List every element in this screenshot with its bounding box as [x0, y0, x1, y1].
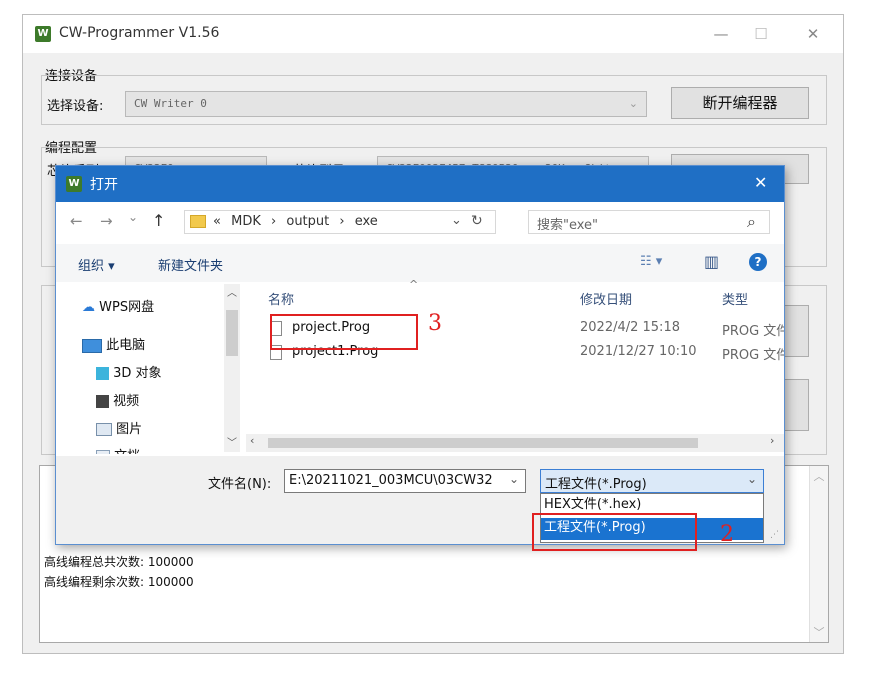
filename-label: 文件名(N):: [208, 477, 272, 492]
chevron-down-icon[interactable]: ⌄: [451, 213, 462, 228]
device-select-value: CW Writer 0: [134, 97, 207, 110]
log-line: 高线编程剩余次数: 100000: [44, 575, 194, 589]
cube-icon: [96, 367, 109, 380]
maximize-button[interactable]: ☐: [741, 21, 781, 47]
scroll-up-icon[interactable]: ︿: [810, 468, 828, 484]
annotation-file-highlight: [270, 314, 418, 350]
file-date: 2021/12/27 10:10: [580, 344, 697, 359]
nav-item-label: 此电脑: [106, 338, 146, 353]
breadcrumb-overflow[interactable]: «: [213, 214, 221, 229]
scroll-left-icon[interactable]: ‹: [250, 434, 254, 447]
nav-item-pictures[interactable]: 图片: [96, 418, 142, 437]
annotation-filetype-highlight: [532, 513, 697, 551]
view-options-button[interactable]: ☷ ▾: [640, 254, 662, 269]
open-file-dialog: W 打开 ✕ ← → ⌄ ↑ « MDK › output › exe ⌄ ↻ …: [55, 165, 785, 545]
dialog-title: 打开: [90, 177, 118, 193]
title-bar: W CW-Programmer V1.56 — ☐ ✕: [23, 15, 843, 53]
close-button[interactable]: ✕: [793, 21, 833, 47]
nav-item-this-pc[interactable]: 此电脑: [82, 334, 145, 353]
scrollbar-thumb[interactable]: [226, 310, 238, 356]
folder-icon: [190, 215, 206, 228]
scroll-up-icon[interactable]: ︿: [224, 284, 240, 299]
organize-button[interactable]: 组织 ▾: [78, 255, 115, 274]
column-header-date[interactable]: 修改日期: [580, 289, 632, 308]
search-icon[interactable]: ⌕: [747, 212, 756, 232]
up-button[interactable]: ↑: [152, 211, 165, 230]
filetype-selected: 工程文件(*.Prog): [545, 477, 647, 492]
annotation-step-2: 2: [720, 522, 734, 547]
filename-input[interactable]: E:\20211021_003MCU\03CW32 ⌄: [284, 469, 526, 493]
resize-grip-icon[interactable]: ⋰: [770, 530, 779, 540]
breadcrumb-item[interactable]: output: [286, 214, 329, 229]
picture-icon: [96, 423, 112, 436]
dialog-close-button[interactable]: ✕: [754, 173, 767, 192]
file-type: PROG 文件: [722, 324, 784, 339]
new-folder-button[interactable]: 新建文件夹: [158, 255, 223, 274]
nav-item-3d-objects[interactable]: 3D 对象: [96, 362, 162, 381]
preview-pane-button[interactable]: ▥: [704, 252, 719, 271]
dialog-title-bar: W 打开 ✕: [56, 166, 784, 202]
window-title: CW-Programmer V1.56: [59, 25, 220, 41]
refresh-button[interactable]: ↻: [471, 213, 483, 229]
nav-scrollbar[interactable]: ︿ ﹀: [224, 284, 240, 452]
cloud-icon: ☁: [82, 300, 95, 315]
breadcrumb-separator: ›: [339, 214, 345, 229]
recent-locations-button[interactable]: ⌄: [128, 210, 138, 224]
breadcrumb-separator: ›: [271, 214, 277, 229]
nav-item-label: 文档: [114, 449, 140, 454]
column-header-type[interactable]: 类型: [722, 289, 748, 308]
chevron-down-icon: ⌄: [628, 97, 638, 110]
computer-icon: [82, 338, 102, 353]
nav-item-documents[interactable]: 文档: [96, 445, 140, 454]
annotation-step-3: 3: [428, 311, 442, 336]
scroll-down-icon[interactable]: ﹀: [224, 434, 240, 449]
app-logo-icon: W: [66, 176, 82, 192]
select-device-label: 选择设备:: [47, 99, 104, 114]
breadcrumb: « MDK › output › exe: [213, 214, 378, 229]
breadcrumb-item[interactable]: exe: [355, 214, 378, 229]
log-scrollbar[interactable]: ︿ ﹀: [809, 466, 828, 642]
filetype-select[interactable]: 工程文件(*.Prog) ⌄: [540, 469, 764, 493]
scroll-down-icon[interactable]: ﹀: [810, 624, 828, 640]
breadcrumb-item[interactable]: MDK: [231, 214, 261, 229]
document-icon: [96, 449, 110, 454]
sort-indicator-icon: ^: [409, 278, 419, 291]
search-placeholder: 搜索"exe": [537, 218, 599, 233]
navigation-pane: ☁ WPS网盘 此电脑 3D 对象 视频 图片 文档 ︿ ﹀: [56, 284, 242, 454]
app-logo-icon: W: [35, 26, 51, 42]
nav-item-wps[interactable]: ☁ WPS网盘: [82, 296, 154, 315]
nav-item-label: WPS网盘: [99, 300, 155, 315]
nav-item-videos[interactable]: 视频: [96, 390, 139, 409]
device-select[interactable]: CW Writer 0 ⌄: [125, 91, 647, 117]
address-bar[interactable]: « MDK › output › exe ⌄ ↻: [184, 210, 496, 234]
filename-value: E:\20211021_003MCU\03CW32: [289, 473, 493, 488]
chevron-down-icon[interactable]: ⌄: [509, 472, 519, 486]
log-line: 高线编程总共次数: 100000: [44, 555, 194, 569]
file-list-hscrollbar[interactable]: ‹ ›: [246, 434, 784, 452]
video-icon: [96, 395, 109, 408]
back-button[interactable]: ←: [70, 212, 83, 230]
nav-item-label: 图片: [116, 422, 143, 437]
scrollbar-thumb[interactable]: [268, 438, 698, 448]
scroll-right-icon[interactable]: ›: [770, 434, 774, 447]
disconnect-button[interactable]: 断开编程器: [671, 87, 809, 119]
forward-button[interactable]: →: [100, 212, 113, 230]
nav-item-label: 视频: [113, 394, 140, 409]
help-icon[interactable]: ?: [749, 253, 767, 271]
file-date: 2022/4/2 15:18: [580, 320, 680, 335]
minimize-button[interactable]: —: [701, 21, 741, 47]
nav-item-label: 3D 对象: [113, 366, 162, 381]
column-header-name[interactable]: 名称: [268, 289, 294, 308]
chevron-down-icon: ⌄: [747, 472, 758, 486]
search-box[interactable]: 搜索"exe" ⌕: [528, 210, 770, 234]
file-type: PROG 文件: [722, 348, 784, 363]
